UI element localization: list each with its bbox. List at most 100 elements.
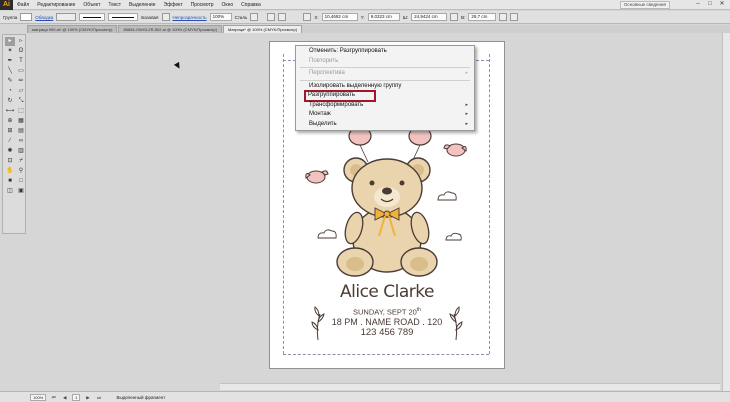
brush-dropdown-icon[interactable] — [161, 13, 170, 21]
paintbrush-tool-icon[interactable]: ✎ — [5, 77, 15, 86]
menu-item[interactable]: Объект — [79, 0, 104, 10]
stroke-profile-select[interactable] — [79, 13, 106, 21]
pencil-tool-icon[interactable]: ✏ — [16, 77, 26, 86]
lasso-tool-icon[interactable]: ʘ — [16, 47, 26, 56]
zoom-tool-icon[interactable]: ⚲ — [16, 167, 26, 176]
previous-artboard-icon[interactable]: ◀ — [61, 394, 68, 401]
document-tab[interactable]: Матрица* @ 100% (CMYK/Просмотр) — [222, 25, 303, 33]
graph-tool-icon[interactable]: ▥ — [16, 147, 26, 156]
y-field[interactable]: 9,0323 cm — [367, 13, 400, 21]
card-phone[interactable]: 123 456 789 — [269, 327, 505, 338]
context-menu-item-label: Трансформировать — [309, 101, 364, 108]
menu-item[interactable]: Выделение — [125, 0, 160, 10]
drawing-mode-icon[interactable]: ◫ — [5, 187, 15, 196]
recolor-artwork-icon[interactable] — [267, 13, 276, 21]
x-field[interactable]: 10,4692 cm — [321, 13, 358, 21]
stroke-color-icon[interactable]: □ — [16, 177, 26, 186]
line-tool-icon[interactable]: ╲ — [5, 67, 15, 76]
h-label: В: — [461, 14, 466, 20]
document-tab[interactable]: 85654-OWGLZR-502.ai @ 100% (CMYK/Просмот… — [118, 25, 222, 33]
context-menu-item[interactable]: Изолировать выделенную группу — [296, 82, 474, 92]
slice-tool-icon[interactable]: ⌿ — [16, 157, 26, 166]
card-address[interactable]: 18 PM . NAME ROAD . 120 — [269, 317, 505, 327]
context-menu-item[interactable]: Отменить: Разгруппировать — [296, 47, 474, 57]
brush-definition-select[interactable] — [108, 13, 139, 21]
stroke-link[interactable]: Обводка — [35, 15, 53, 20]
height-field[interactable]: 29,7 cm — [468, 13, 497, 21]
constrain-proportions-icon[interactable] — [450, 13, 459, 21]
context-menu-item-label: Отменить: Разгруппировать — [309, 48, 387, 54]
context-menu-item-label: Повторить — [309, 57, 339, 64]
artboard-tool-icon[interactable]: ⊡ — [5, 157, 15, 166]
menu-item[interactable]: Файл — [13, 0, 33, 10]
reference-point-icon[interactable] — [303, 13, 312, 21]
next-artboard-icon[interactable]: ▶ — [84, 394, 91, 401]
width-field[interactable]: 24,9424 cm — [411, 13, 448, 21]
horizontal-scrollbar[interactable] — [220, 383, 720, 390]
context-menu-item[interactable]: Выделить ▸ — [296, 120, 474, 130]
eraser-tool-icon[interactable]: ▱ — [16, 87, 26, 96]
menu-item[interactable]: Эффект — [160, 0, 187, 10]
workspace-switcher[interactable]: Основные сведения — [619, 1, 670, 9]
opacity-field[interactable]: 100% — [209, 13, 232, 21]
minimize-icon[interactable]: – — [694, 1, 702, 8]
card-date[interactable]: SUNDAY, SEPT 20th — [269, 307, 505, 317]
symbol-sprayer-tool-icon[interactable]: ✺ — [5, 147, 15, 156]
maximize-icon[interactable]: □ — [706, 1, 714, 8]
width-tool-icon[interactable]: ⟷ — [5, 107, 15, 116]
context-menu-item-label: Перспектива — [309, 70, 345, 76]
transform-panel-icon[interactable] — [499, 13, 508, 21]
submenu-arrow-icon: ▸ — [465, 111, 468, 117]
free-transform-tool-icon[interactable]: ⬚ — [16, 107, 26, 116]
eyedropper-tool-icon[interactable]: ⁄ — [5, 137, 15, 146]
card-name[interactable]: Alice Clarke — [269, 282, 505, 302]
context-menu-item[interactable]: Трансформировать ▸ — [296, 101, 474, 111]
style-swatch[interactable] — [250, 13, 259, 21]
menu-bar: Ai Файл Редактирование Объект Текст Выделени… — [0, 0, 730, 10]
artboard-number-field[interactable]: 1 — [72, 393, 81, 401]
selection-tool-icon[interactable]: ▸ — [5, 37, 15, 46]
magic-wand-tool-icon[interactable]: ✶ — [5, 47, 15, 56]
document-tab-bar: матрица 999.ai* @ 100% (CMYK/Просмотр) 85… — [27, 25, 730, 33]
context-menu-item-label: Разгруппировать — [308, 92, 356, 98]
shape-builder-tool-icon[interactable]: ⊕ — [5, 117, 15, 126]
context-menu-item-label: Монтаж — [309, 111, 331, 117]
scale-tool-icon[interactable]: ⤡ — [16, 97, 26, 106]
type-tool-icon[interactable]: T — [16, 57, 26, 66]
context-menu-item: Перспектива ▸ — [296, 69, 474, 79]
context-menu-item[interactable]: Монтаж ▸ — [296, 110, 474, 120]
zoom-field[interactable]: 100% — [30, 393, 47, 401]
submenu-arrow-icon: ▸ — [465, 120, 468, 127]
direct-selection-tool-icon[interactable]: ▹ — [16, 37, 26, 46]
blob-brush-tool-icon[interactable]: ◔ — [5, 87, 15, 96]
first-artboard-icon[interactable]: ⏮ — [50, 394, 57, 401]
menu-item[interactable]: Текст — [104, 0, 125, 10]
menu-item[interactable]: Справка — [237, 0, 265, 10]
rectangle-tool-icon[interactable]: ▭ — [16, 67, 26, 76]
menu-item[interactable]: Просмотр — [187, 0, 218, 10]
hand-tool-icon[interactable]: ✋ — [5, 167, 15, 176]
pen-tool-icon[interactable]: ✒ — [5, 57, 15, 66]
vertical-scrollbar[interactable] — [722, 33, 730, 391]
opacity-link[interactable]: Непрозрачность — [173, 15, 207, 20]
context-menu-item-label: Выделить — [309, 120, 337, 127]
stroke-weight-field[interactable] — [56, 13, 77, 21]
bleed-guide-bottom — [283, 354, 489, 355]
last-artboard-icon[interactable]: ⏭ — [95, 394, 102, 401]
perspective-grid-tool-icon[interactable]: ▦ — [16, 117, 26, 126]
menu-item[interactable]: Редактирование — [33, 0, 79, 10]
rotate-tool-icon[interactable]: ↻ — [5, 97, 15, 106]
fill-color-icon[interactable]: ■ — [5, 177, 15, 186]
screen-mode-icon[interactable]: ▣ — [16, 187, 26, 196]
align-icon[interactable] — [278, 13, 287, 21]
blend-tool-icon[interactable]: ∞ — [16, 137, 26, 146]
context-menu-item[interactable]: Разгруппировать — [304, 90, 376, 102]
mesh-tool-icon[interactable]: ⊞ — [5, 127, 15, 136]
gradient-tool-icon[interactable]: ▤ — [16, 127, 26, 136]
fill-swatch[interactable] — [20, 13, 33, 21]
y-label: Y: — [360, 14, 365, 20]
menu-item[interactable]: Окно — [218, 0, 238, 10]
control-bar-menu-icon[interactable] — [510, 13, 519, 21]
document-tab[interactable]: матрица 999.ai* @ 100% (CMYK/Просмотр) — [27, 25, 118, 33]
close-icon[interactable]: ✕ — [718, 1, 726, 8]
